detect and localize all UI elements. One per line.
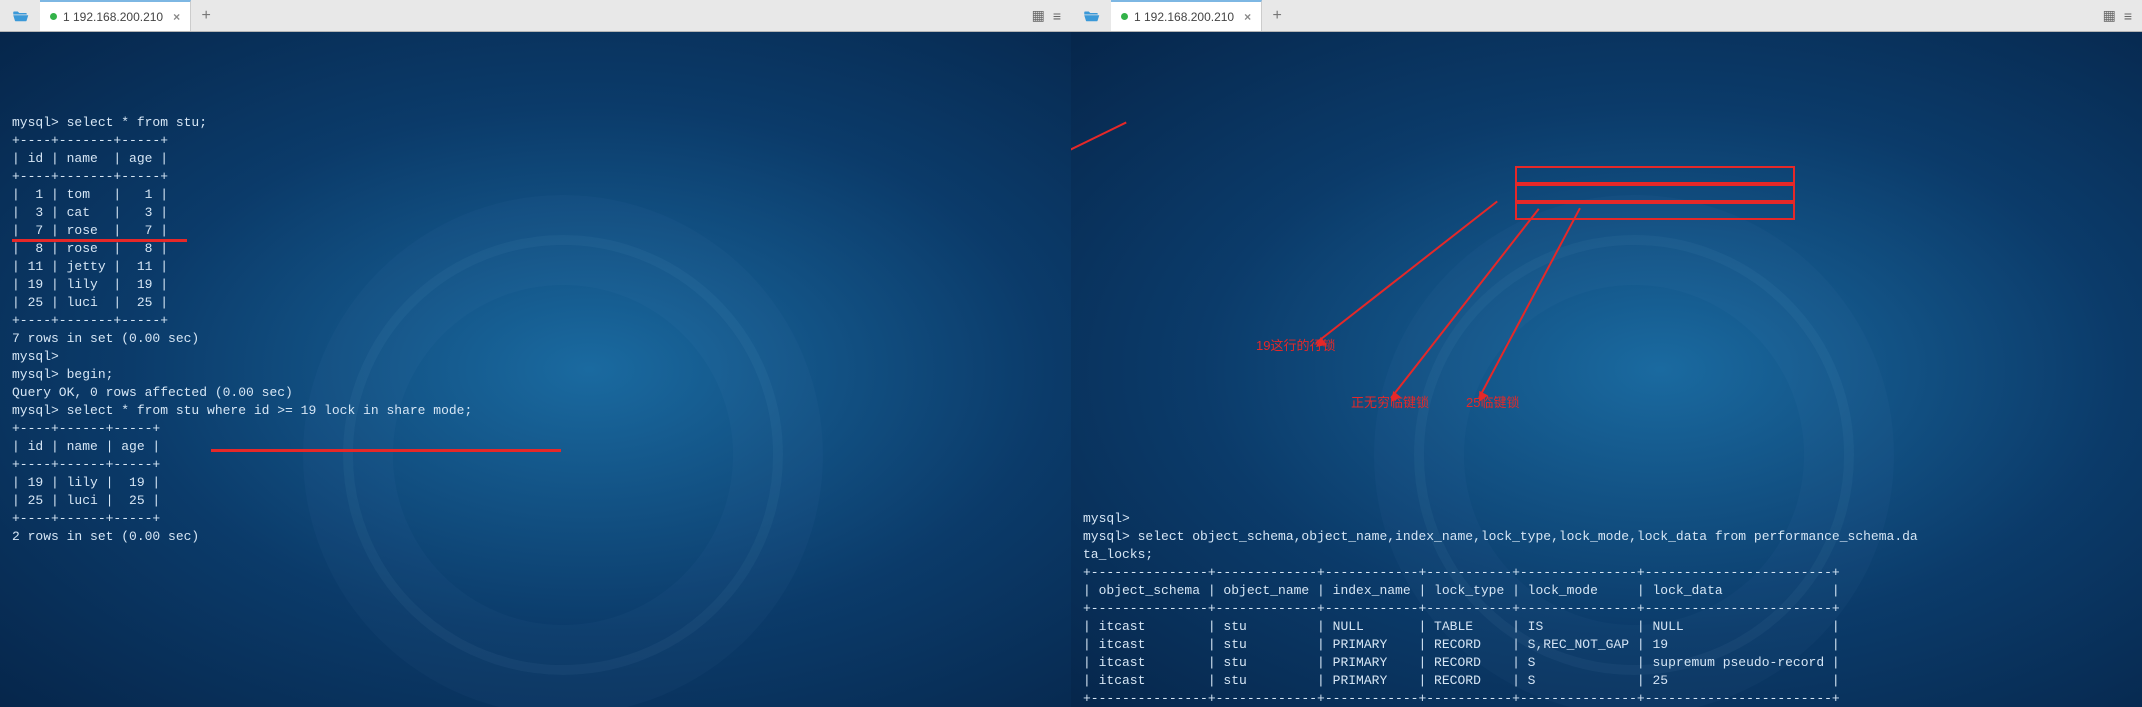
left-terminal[interactable]: mysql> select * from stu;+----+-------+-…: [0, 32, 1071, 707]
terminal-line: | 25 | luci | 25 |: [12, 294, 1059, 312]
terminal-line: mysql>: [1083, 510, 2130, 528]
grid-view-icon[interactable]: ▦: [1030, 5, 1047, 26]
left-tabbar: 1 192.168.200.210 × + ▦ ≡: [0, 0, 1071, 32]
terminal-line: | 1 | tom | 1 |: [12, 186, 1059, 204]
tab-label: 1 192.168.200.210: [1134, 10, 1234, 24]
terminal-line: mysql> begin;: [12, 366, 1059, 384]
terminal-line: | itcast | stu | PRIMARY | RECORD | S | …: [1083, 672, 2130, 690]
terminal-line: 2 rows in set (0.00 sec): [12, 528, 1059, 546]
terminal-line: ta_locks;: [1083, 546, 2130, 564]
terminal-line: mysql> select * from stu where id >= 19 …: [12, 402, 1059, 420]
terminal-line: | 7 | rose | 7 |: [12, 222, 1059, 240]
annotation-3: 25临键锁: [1466, 394, 1519, 412]
arrow-line-1: [1071, 122, 1127, 404]
terminal-line: +----+------+-----+: [12, 420, 1059, 438]
terminal-line: +----+-------+-----+: [12, 168, 1059, 186]
new-tab-button[interactable]: +: [191, 0, 221, 31]
terminal-line: | itcast | stu | NULL | TABLE | IS | NUL…: [1083, 618, 2130, 636]
terminal-line: | 25 | luci | 25 |: [12, 492, 1059, 510]
terminal-line: | 19 | lily | 19 |: [12, 474, 1059, 492]
terminal-line: | itcast | stu | PRIMARY | RECORD | S,RE…: [1083, 636, 2130, 654]
terminal-line: | object_schema | object_name | index_na…: [1083, 582, 2130, 600]
new-tab-button[interactable]: +: [1262, 0, 1292, 31]
terminal-line: +---------------+-------------+---------…: [1083, 564, 2130, 582]
redbox-row-19: [1515, 166, 1795, 184]
grid-view-icon[interactable]: ▦: [2101, 5, 2118, 26]
arrow-line-a2: [1390, 208, 1539, 398]
folder-open-icon[interactable]: [0, 0, 40, 31]
terminal-line: | 11 | jetty | 11 |: [12, 258, 1059, 276]
left-pane: 1 192.168.200.210 × + ▦ ≡ mysql> select …: [0, 0, 1071, 707]
terminal-line: 7 rows in set (0.00 sec): [12, 330, 1059, 348]
arrow-head-a1: [1313, 337, 1327, 351]
redbox-row-25: [1515, 202, 1795, 220]
terminal-line: Query OK, 0 rows affected (0.00 sec): [12, 384, 1059, 402]
arrow-head-a3: [1475, 391, 1489, 405]
list-view-icon[interactable]: ≡: [2122, 6, 2134, 26]
terminal-line: | 19 | lily | 19 |: [12, 276, 1059, 294]
arrow-line-a1: [1315, 201, 1497, 344]
arrow-head-a2: [1387, 391, 1401, 405]
terminal-line: +----+------+-----+: [12, 510, 1059, 528]
tab-session-1[interactable]: 1 192.168.200.210 ×: [1111, 0, 1262, 31]
list-view-icon[interactable]: ≡: [1051, 6, 1063, 26]
right-terminal[interactable]: 19这行的行锁 正无穷临键锁 25临键锁 mysql>mysql> select…: [1071, 32, 2142, 707]
terminal-line: +----+------+-----+: [12, 456, 1059, 474]
terminal-line: +----+-------+-----+: [12, 132, 1059, 150]
right-tabbar: 1 192.168.200.210 × + ▦ ≡: [1071, 0, 2142, 32]
status-dot-icon: [1121, 13, 1128, 20]
right-pane: 1 192.168.200.210 × + ▦ ≡ 19这行的行锁 正无穷临键锁…: [1071, 0, 2142, 707]
tabbar-tools: ▦ ≡: [1030, 0, 1071, 31]
status-dot-icon: [50, 13, 57, 20]
tab-label: 1 192.168.200.210: [63, 10, 163, 24]
terminal-line: | itcast | stu | PRIMARY | RECORD | S | …: [1083, 654, 2130, 672]
terminal-line: | id | name | age |: [12, 438, 1059, 456]
arrow-line-a3: [1478, 208, 1581, 399]
terminal-line: mysql> select * from stu;: [12, 114, 1059, 132]
terminal-line: +---------------+-------------+---------…: [1083, 600, 2130, 618]
annotation-1: 19这行的行锁: [1256, 337, 1335, 355]
folder-open-icon[interactable]: [1071, 0, 1111, 31]
annotation-2: 正无穷临键锁: [1351, 394, 1429, 412]
terminal-line: | 8 | rose | 8 |: [12, 240, 1059, 258]
terminal-line: +----+-------+-----+: [12, 312, 1059, 330]
terminal-line: mysql>: [12, 348, 1059, 366]
redbox-row-supremum: [1515, 184, 1795, 202]
terminal-line: +---------------+-------------+---------…: [1083, 690, 2130, 707]
close-icon[interactable]: ×: [173, 10, 180, 24]
terminal-line: | 3 | cat | 3 |: [12, 204, 1059, 222]
close-icon[interactable]: ×: [1244, 10, 1251, 24]
tabbar-tools: ▦ ≡: [2101, 0, 2142, 31]
terminal-line: mysql> select object_schema,object_name,…: [1083, 528, 2130, 546]
terminal-line: | id | name | age |: [12, 150, 1059, 168]
tab-session-1[interactable]: 1 192.168.200.210 ×: [40, 0, 191, 31]
